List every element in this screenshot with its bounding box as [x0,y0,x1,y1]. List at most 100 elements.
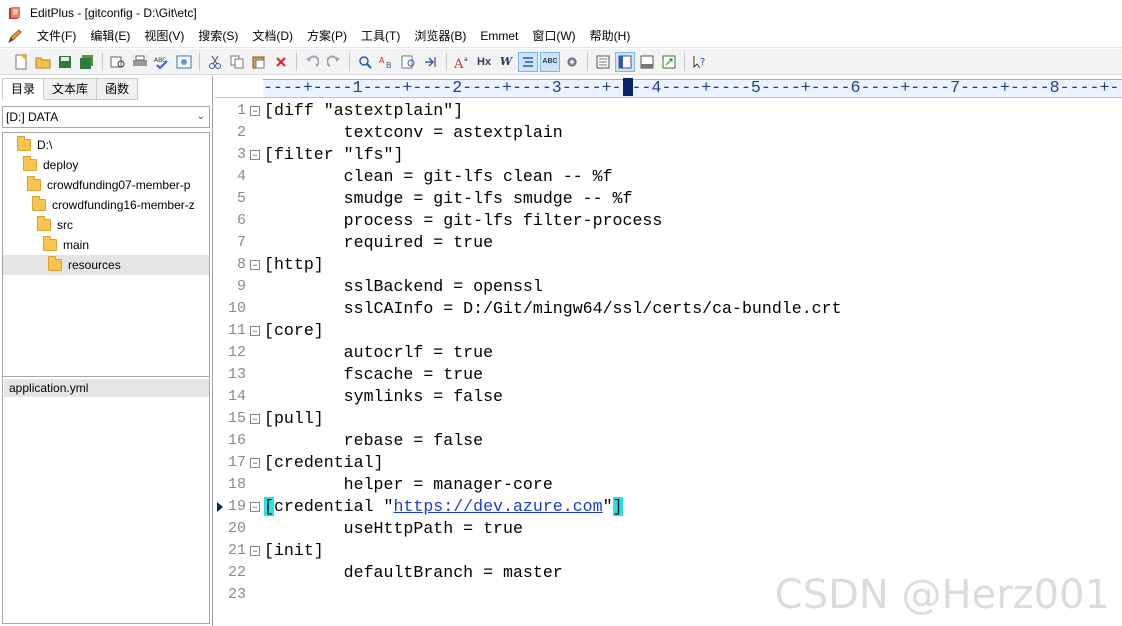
tree-item[interactable]: crowdfunding07-member-p [27,175,190,195]
goto-line-icon[interactable] [421,52,441,72]
menu-search[interactable]: 搜索(S) [191,25,245,48]
code-line-text[interactable]: helper = manager-core [264,474,553,496]
code-line[interactable]: 20 useHttpPath = true [215,518,1122,540]
fold-toggle-icon[interactable]: − [250,260,260,270]
font-size-icon[interactable]: Aa [452,52,472,72]
code-line[interactable]: 13 fscache = true [215,364,1122,386]
print-icon[interactable] [130,52,150,72]
open-folder-icon[interactable] [33,52,53,72]
code-line-text[interactable]: process = git-lfs filter-process [264,210,663,232]
spell-check-icon[interactable]: ABC [152,52,172,72]
code-line-text[interactable]: fscache = true [264,364,483,386]
print-preview-icon[interactable] [108,52,128,72]
save-all-icon[interactable] [77,52,97,72]
code-line[interactable]: 3− [filter "lfs"] [215,144,1122,166]
tab-cliptext[interactable]: 文本库 [44,78,98,100]
code-line[interactable]: 12 autocrlf = true [215,342,1122,364]
code-line-text[interactable]: autocrlf = true [264,342,493,364]
tree-item[interactable]: D:\ [17,135,52,155]
code-line-text[interactable]: [pull] [264,408,324,430]
code-line[interactable]: 17− [credential] [215,452,1122,474]
drive-dropdown[interactable]: [D:] DATA ⌄ [2,106,210,128]
code-line-text[interactable]: textconv = astextplain [264,122,563,144]
menu-window[interactable]: 窗口(W) [525,25,582,48]
code-line[interactable]: 15− [pull] [215,408,1122,430]
copy-icon[interactable] [227,52,247,72]
word-wrap-icon[interactable]: W [496,52,516,72]
code-line-text[interactable]: smudge = git-lfs smudge -- %f [264,188,633,210]
menu-file[interactable]: 文件(F) [30,25,83,48]
fold-toggle-icon[interactable]: − [250,502,260,512]
code-line-text[interactable]: defaultBranch = master [264,562,563,584]
code-line[interactable]: 8− [http] [215,254,1122,276]
find-in-files-icon[interactable] [399,52,419,72]
tab-functions[interactable]: 函数 [97,78,139,100]
code-line-text[interactable]: required = true [264,232,493,254]
fold-toggle-icon[interactable]: − [250,414,260,424]
code-line-text[interactable]: useHttpPath = true [264,518,523,540]
fullscreen-icon[interactable] [659,52,679,72]
fold-toggle-icon[interactable]: − [250,546,260,556]
replace-icon[interactable]: AB [377,52,397,72]
code-line-text[interactable]: [credential] [264,452,384,474]
code-line[interactable]: 2 textconv = astextplain [215,122,1122,144]
code-line-text[interactable]: [core] [264,320,324,342]
tree-item[interactable]: main [43,235,89,255]
code-line[interactable]: 18 helper = manager-core [215,474,1122,496]
file-list-item[interactable]: application.yml [4,379,209,397]
menu-document[interactable]: 文档(D) [245,25,300,48]
output-window-icon[interactable] [637,52,657,72]
code-line[interactable]: 11− [core] [215,320,1122,342]
url-link[interactable]: https://dev.azure.com [393,497,602,516]
code-line[interactable]: 10 sslCAInfo = D:/Git/mingw64/ssl/certs/… [215,298,1122,320]
new-file-icon[interactable] [11,52,31,72]
code-line-text[interactable]: rebase = false [264,430,483,452]
html-preview-icon[interactable] [174,52,194,72]
menu-emmet[interactable]: Emmet [473,25,525,48]
tree-item-selected[interactable]: resources [3,255,209,275]
code-line[interactable]: 1− [diff "astextplain"] [215,100,1122,122]
code-line-text[interactable]: [filter "lfs"] [264,144,403,166]
menu-tools[interactable]: 工具(T) [354,25,407,48]
paste-icon[interactable] [249,52,269,72]
code-line[interactable]: 16 rebase = false [215,430,1122,452]
find-icon[interactable] [355,52,375,72]
menu-help[interactable]: 帮助(H) [583,25,638,48]
fold-toggle-icon[interactable]: − [250,106,260,116]
code-line-current[interactable]: 19− [credential "https://dev.azure.com"] [215,496,1122,518]
fold-toggle-icon[interactable]: − [250,150,260,160]
fold-toggle-icon[interactable]: − [250,326,260,336]
code-line-text[interactable]: sslBackend = openssl [264,276,543,298]
editor-pane[interactable]: ----+----1----+----2----+----3----+- --4… [215,76,1122,626]
code-line-text[interactable]: symlinks = false [264,386,503,408]
tree-item[interactable]: deploy [23,155,78,175]
hx-heading-icon[interactable]: Hx [474,52,494,72]
menu-browser[interactable]: 浏览器(B) [407,25,473,48]
code-line[interactable]: 7 required = true [215,232,1122,254]
code-line-text[interactable]: [http] [264,254,324,276]
code-line-text[interactable]: [credential "https://dev.azure.com"] [264,496,623,518]
menu-project[interactable]: 方案(P) [300,25,354,48]
line-number-icon[interactable] [518,51,538,72]
menu-edit[interactable]: 编辑(E) [83,25,137,48]
column-mode-icon[interactable] [593,52,613,72]
help-icon[interactable]: ? [690,52,710,72]
code-line[interactable]: 9 sslBackend = openssl [215,276,1122,298]
code-line-text[interactable]: clean = git-lfs clean -- %f [264,166,613,188]
ruler-icon[interactable]: ABC [540,51,560,72]
code-line[interactable]: 5 smudge = git-lfs smudge -- %f [215,188,1122,210]
cut-icon[interactable] [205,52,225,72]
undo-icon[interactable] [302,52,322,72]
tab-directory[interactable]: 目录 [2,78,45,100]
tree-item[interactable]: src [37,215,73,235]
code-line[interactable]: 4 clean = git-lfs clean -- %f [215,166,1122,188]
directory-window-icon[interactable] [615,51,635,72]
code-line-text[interactable]: [init] [264,540,324,562]
code-line[interactable]: 21− [init] [215,540,1122,562]
fold-toggle-icon[interactable]: − [250,458,260,468]
delete-icon[interactable] [271,52,291,72]
menu-view[interactable]: 视图(V) [137,25,191,48]
code-line-text[interactable]: sslCAInfo = D:/Git/mingw64/ssl/certs/ca-… [264,298,842,320]
settings-icon[interactable] [562,52,582,72]
code-line-text[interactable]: [diff "astextplain"] [264,100,463,122]
